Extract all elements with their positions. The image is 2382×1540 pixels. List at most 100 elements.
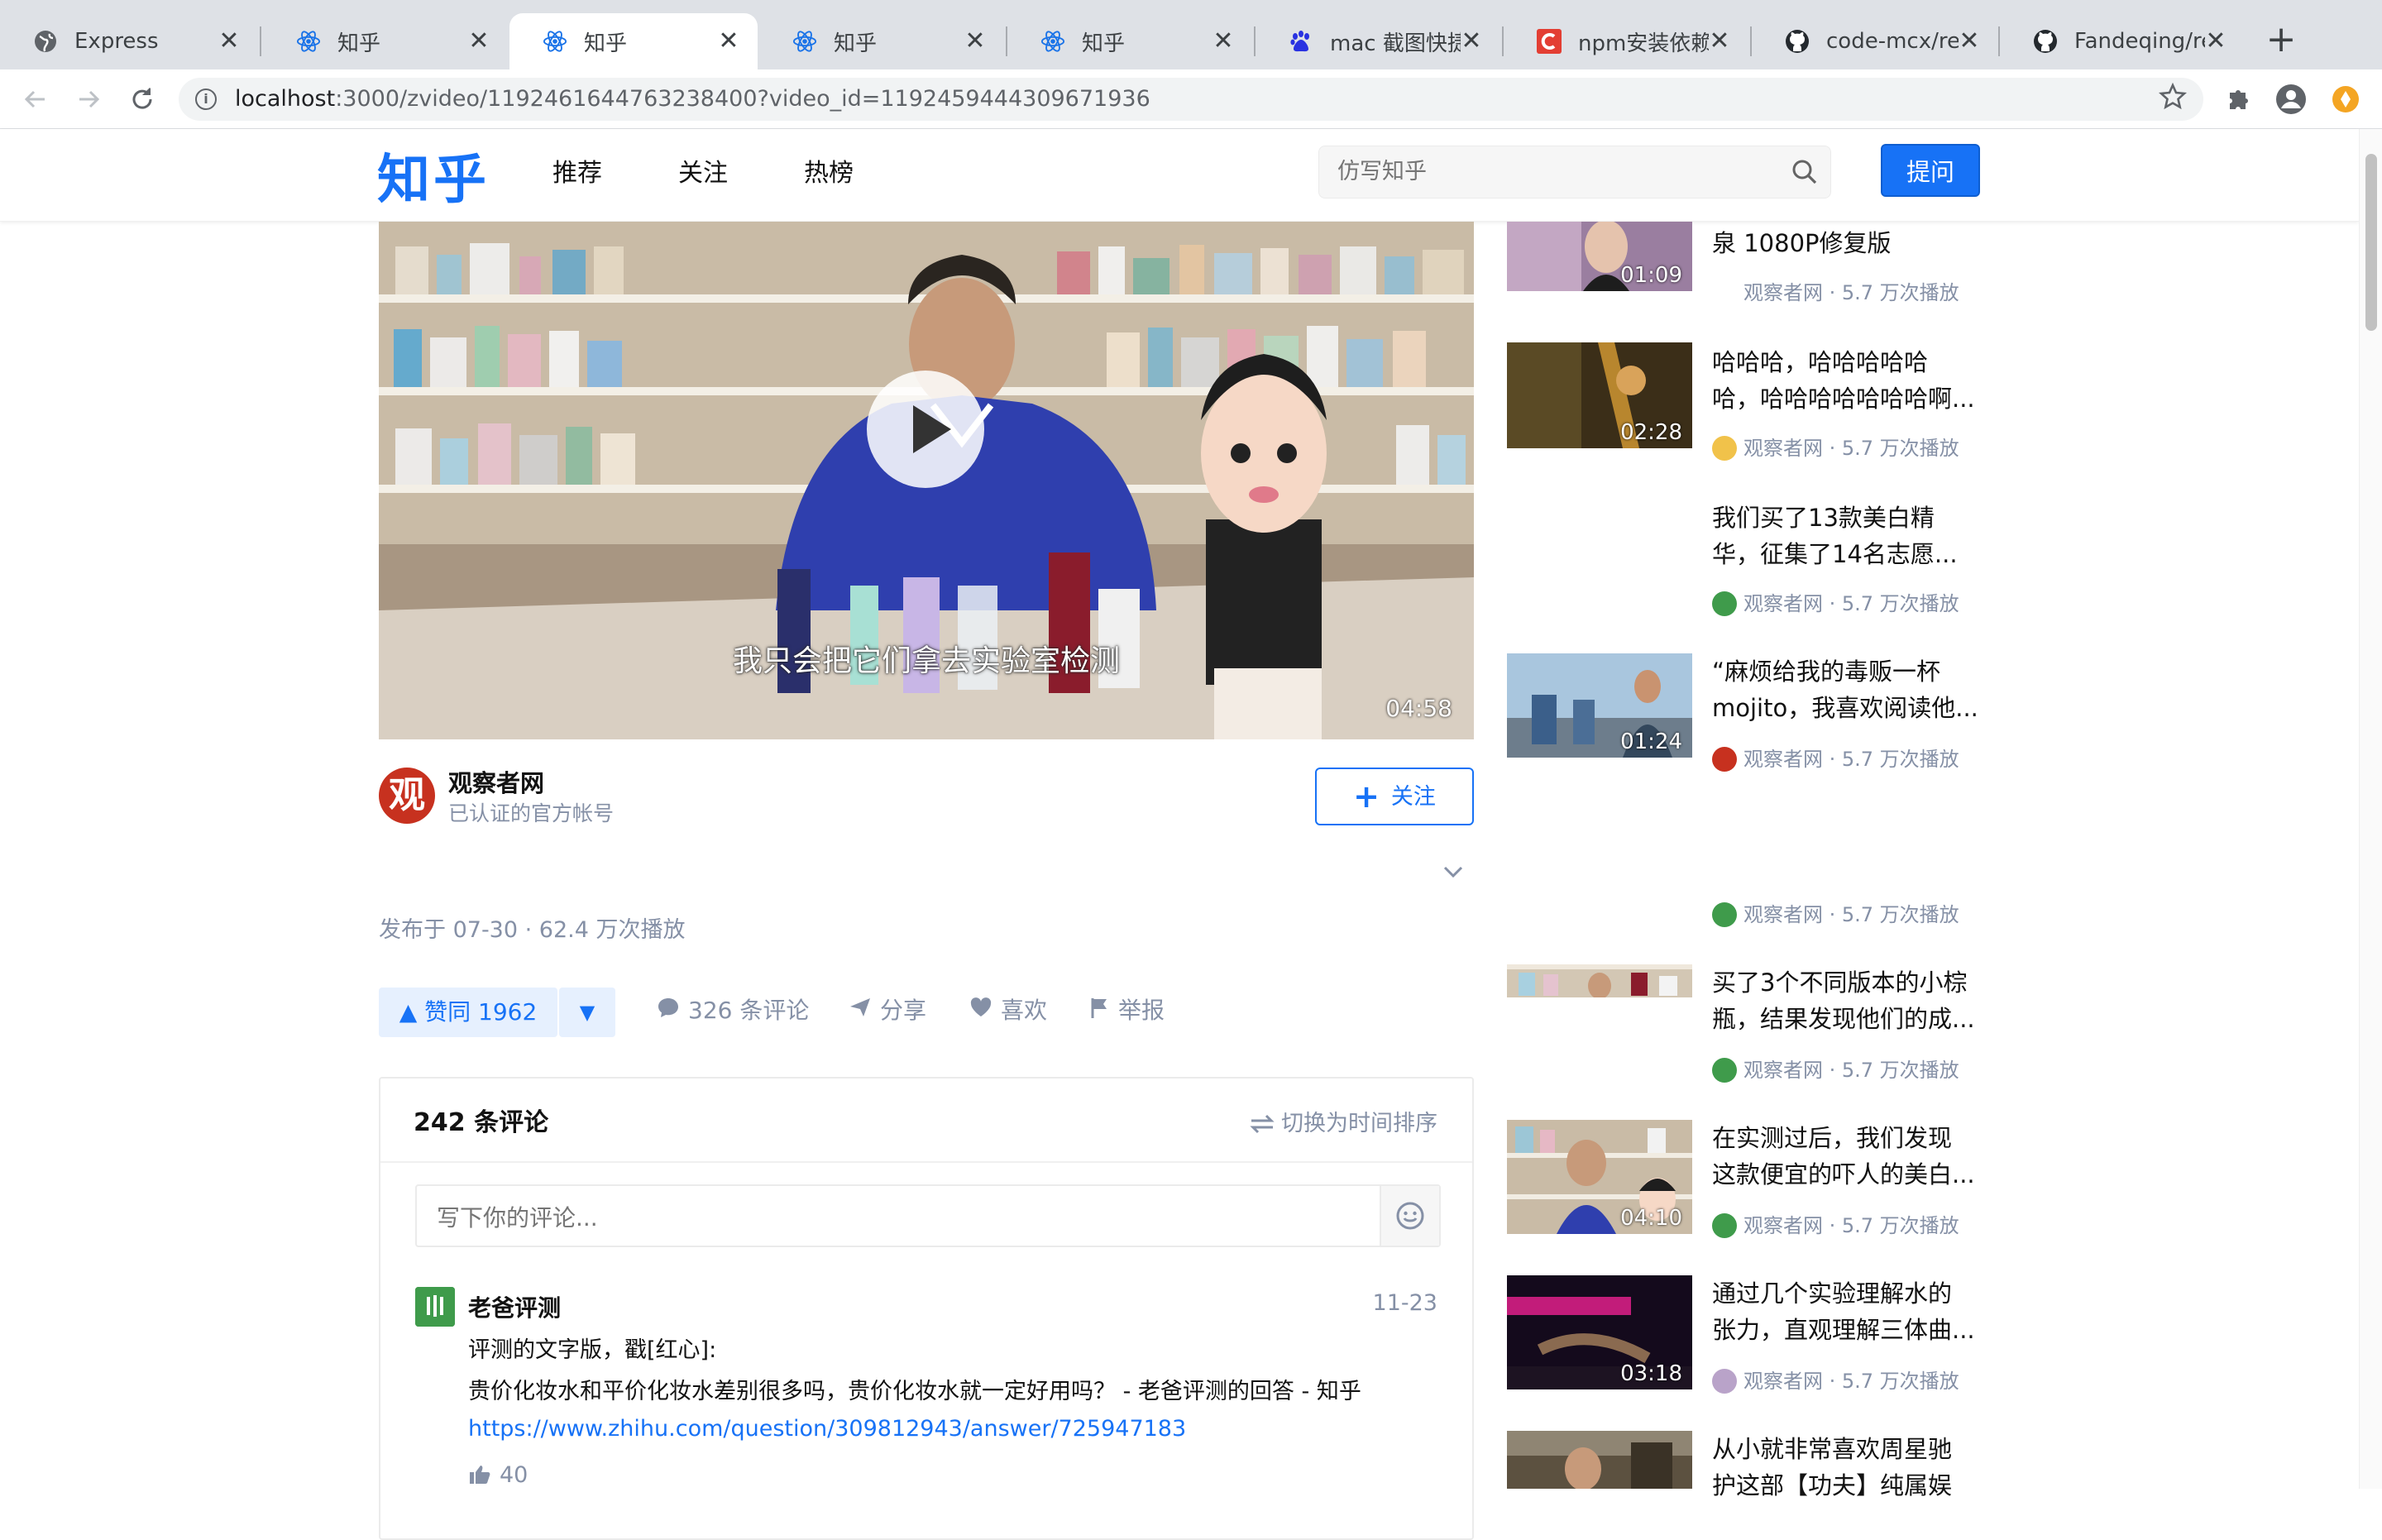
url-text[interactable]: localhost:3000/zvideo/119246164476323840… xyxy=(235,86,1150,112)
comment-count: 326 条评论 xyxy=(688,997,810,1024)
tab-separator xyxy=(260,26,261,56)
related-meta: 观察者网 · 5.7 万次播放 xyxy=(1712,898,1959,927)
tab-baidu[interactable]: mac 截图快捷键 ✕ xyxy=(1256,13,1500,69)
tab-title: 知乎 xyxy=(584,31,628,56)
extension-orange-icon[interactable] xyxy=(2329,83,2362,116)
new-tab-button[interactable]: + xyxy=(2263,22,2299,60)
related-title-line2[interactable]: 瓶，结果发现他们的成... xyxy=(1712,1001,1985,1037)
related-duration: 01:24 xyxy=(1620,729,1682,754)
share-button[interactable]: 分享 xyxy=(849,992,926,1026)
nav-recommend[interactable]: 推荐 xyxy=(552,152,602,189)
nav-hot[interactable]: 热榜 xyxy=(804,152,854,189)
tab-express[interactable]: Express ✕ xyxy=(0,13,258,69)
commenter-avatar[interactable] xyxy=(415,1287,455,1327)
report-button[interactable]: 举报 xyxy=(1090,992,1165,1026)
thumbs-up-icon xyxy=(468,1462,500,1488)
comment-text-line: 贵价化妆水和平价化妆水差别很多吗，贵价化妆水就一定好用吗？ - 老爸评测的回答 … xyxy=(468,1379,1361,1404)
related-title-line2[interactable]: mojito，我喜欢阅读他... xyxy=(1712,690,1985,726)
vote-up-button[interactable]: ▲ 赞同 1962 xyxy=(379,988,557,1037)
related-title[interactable]: 哈哈哈，哈哈哈哈哈 xyxy=(1712,344,1985,380)
related-duration: 04:10 xyxy=(1620,1206,1682,1231)
commenter-name[interactable]: 老爸评测 xyxy=(468,1290,561,1323)
related-title-line2[interactable]: 护这部【功夫】纯属娱 xyxy=(1712,1467,1985,1504)
author-avatar[interactable]: 观 xyxy=(379,768,435,824)
search-icon[interactable] xyxy=(1791,158,1819,186)
extensions-icon[interactable] xyxy=(2222,83,2255,116)
related-thumbnail[interactable] xyxy=(1507,964,1692,997)
tab-csdn[interactable]: npm安装依赖报 ✕ xyxy=(1504,13,1748,69)
info-icon[interactable]: i xyxy=(195,88,217,110)
close-icon[interactable]: ✕ xyxy=(1959,29,1980,54)
tab-zhihu-active[interactable]: 知乎 ✕ xyxy=(509,13,758,69)
close-icon[interactable]: ✕ xyxy=(1461,29,1482,54)
author-name[interactable]: 观察者网 xyxy=(448,764,544,799)
play-button[interactable] xyxy=(867,371,984,488)
comment-link[interactable]: https://www.zhihu.com/question/309812943… xyxy=(468,1416,1186,1442)
chevron-down-icon[interactable] xyxy=(1442,860,1464,885)
comment-like-button[interactable]: 40 xyxy=(468,1462,528,1488)
comment-button[interactable]: 326 条评论 xyxy=(657,992,809,1026)
tab-zhihu-4[interactable]: 知乎 ✕ xyxy=(1007,13,1252,69)
related-thumbnail[interactable]: 01:09 xyxy=(1507,222,1692,291)
tab-github-1[interactable]: code-mcx/reac ✕ xyxy=(1752,13,1998,69)
react-icon xyxy=(296,29,321,54)
heart-icon xyxy=(969,997,992,1024)
emoji-icon[interactable] xyxy=(1380,1186,1439,1246)
reload-icon[interactable] xyxy=(126,83,159,116)
related-thumbnail[interactable]: 03:18 xyxy=(1507,1275,1692,1389)
related-title[interactable]: 从小就非常喜欢周星驰 xyxy=(1712,1431,1985,1467)
tab-zhihu-1[interactable]: 知乎 ✕ xyxy=(263,13,508,69)
close-icon[interactable]: ✕ xyxy=(1709,29,1730,54)
back-icon[interactable] xyxy=(18,83,51,116)
related-thumbnail[interactable]: 04:10 xyxy=(1507,1120,1692,1234)
forward-icon[interactable] xyxy=(73,83,106,116)
github-icon xyxy=(1785,29,1810,54)
related-title[interactable]: 通过几个实验理解水的 xyxy=(1712,1275,1985,1312)
vote-down-button[interactable]: ▼ xyxy=(559,988,615,1037)
close-icon[interactable]: ✕ xyxy=(718,29,739,54)
scrollbar-thumb[interactable] xyxy=(2365,154,2377,331)
related-title-line2[interactable]: 哈，哈哈哈哈哈哈哈啊... xyxy=(1712,380,1985,417)
related-thumbnail[interactable]: 02:28 xyxy=(1507,342,1692,448)
nav-follow[interactable]: 关注 xyxy=(678,152,728,189)
tab-title: mac 截图快捷键 xyxy=(1330,31,1461,56)
search-input[interactable] xyxy=(1337,155,1751,188)
video-player[interactable]: 我只会把它们拿去实验室检测 04:58 xyxy=(379,222,1474,739)
divider xyxy=(380,1161,1472,1163)
react-icon xyxy=(792,29,817,54)
author-verified: 已认证的官方帐号 xyxy=(448,801,615,825)
related-title[interactable]: 我们买了13款美白精 xyxy=(1712,500,1985,536)
tab-github-2[interactable]: Fandeqing/reac ✕ xyxy=(2000,13,2245,69)
address-bar[interactable]: i localhost:3000/zvideo/1192461644763238… xyxy=(179,78,2203,121)
close-icon[interactable]: ✕ xyxy=(964,29,986,54)
related-title[interactable]: 买了3个不同版本的小棕 xyxy=(1712,964,1985,1001)
related-title-line2[interactable]: 张力，直观理解三体曲... xyxy=(1712,1312,1985,1348)
zhihu-logo[interactable]: 知乎 xyxy=(377,137,490,213)
related-meta: 观察者网 · 5.7 万次播放 xyxy=(1712,432,1959,461)
author-avatar-small xyxy=(1712,902,1737,927)
related-title[interactable]: “麻烦给我的毒贩一杯 xyxy=(1712,653,1985,690)
author-avatar-small xyxy=(1712,1058,1737,1083)
related-title[interactable]: 泉 1080P修复版 xyxy=(1712,225,1985,261)
related-meta: 观察者网 · 5.7 万次播放 xyxy=(1712,587,1959,616)
close-icon[interactable]: ✕ xyxy=(2205,29,2227,54)
comment-input[interactable] xyxy=(437,1201,1330,1234)
profile-icon[interactable] xyxy=(2274,83,2308,116)
related-title-line2[interactable]: 华，征集了14名志愿... xyxy=(1712,536,1985,572)
ask-button[interactable]: 提问 xyxy=(1881,144,1980,197)
scrollbar-track[interactable] xyxy=(2359,129,2382,1489)
related-thumbnail[interactable]: 01:24 xyxy=(1507,653,1692,758)
sort-toggle[interactable]: 切换为时间排序 xyxy=(1250,1105,1437,1137)
related-title[interactable]: 在实测过后，我们发现 xyxy=(1712,1120,1985,1156)
bookmark-star-icon[interactable] xyxy=(2158,82,2188,118)
related-duration: 02:28 xyxy=(1620,420,1682,445)
related-thumbnail[interactable] xyxy=(1507,1431,1692,1489)
like-button[interactable]: 喜欢 xyxy=(969,992,1047,1026)
follow-button[interactable]: + 关注 xyxy=(1315,768,1474,825)
related-title-line2[interactable]: 这款便宜的吓人的美白... xyxy=(1712,1156,1985,1193)
close-icon[interactable]: ✕ xyxy=(218,29,240,54)
tab-zhihu-3[interactable]: 知乎 ✕ xyxy=(759,13,1004,69)
tab-title: 知乎 xyxy=(1082,31,1126,56)
close-icon[interactable]: ✕ xyxy=(468,29,490,54)
close-icon[interactable]: ✕ xyxy=(1213,29,1234,54)
